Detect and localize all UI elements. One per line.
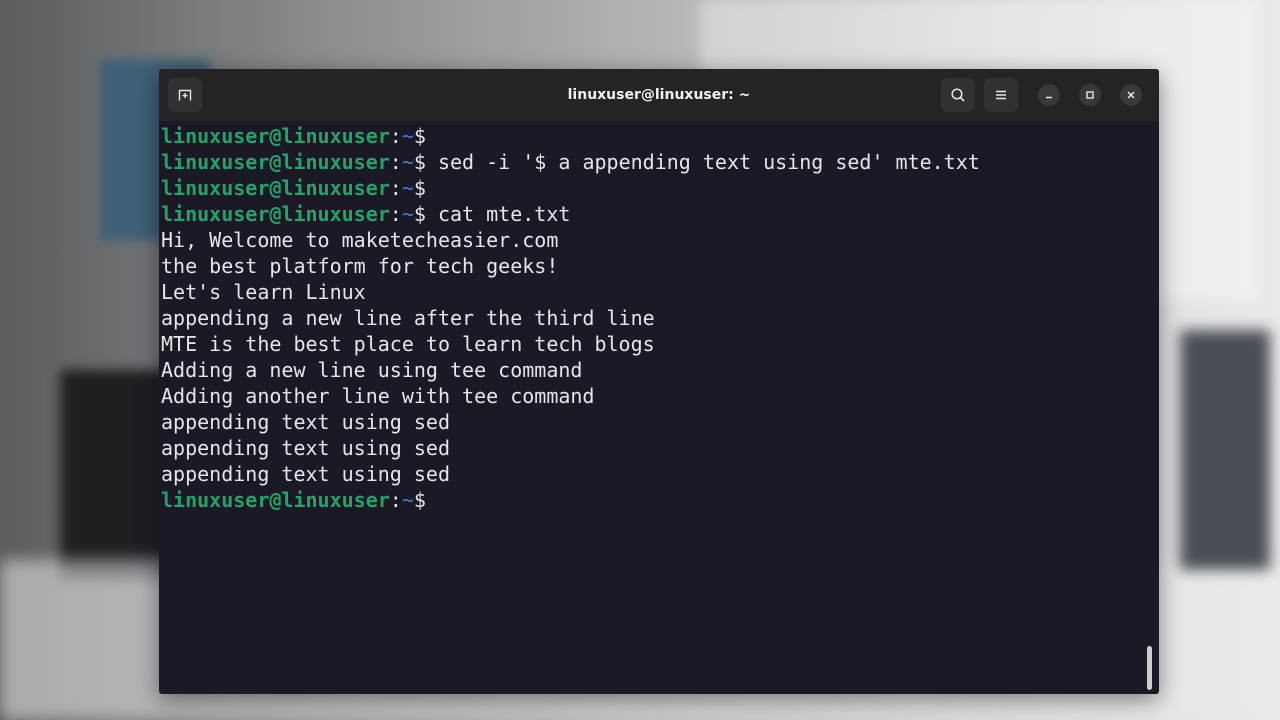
prompt-path: ~ (401, 176, 414, 200)
prompt-user: linuxuser@linuxuser (161, 124, 390, 148)
output-line: the best platform for tech geeks! (161, 254, 559, 278)
maximize-icon (1085, 90, 1095, 100)
prompt-separator: : (389, 150, 402, 174)
close-icon (1126, 90, 1136, 100)
command-text: sed -i '$ a appending text using sed' mt… (425, 150, 980, 174)
output-line: Let's learn Linux (161, 280, 366, 304)
prompt-user: linuxuser@linuxuser (161, 176, 390, 200)
search-icon (950, 87, 966, 103)
output-line: appending text using sed (161, 462, 450, 486)
prompt-user: linuxuser@linuxuser (161, 488, 390, 512)
prompt-sigil: $ (413, 202, 426, 226)
prompt-separator: : (389, 202, 402, 226)
output-line: appending text using sed (161, 436, 450, 460)
output-line: Hi, Welcome to maketecheasier.com (161, 228, 559, 252)
output-line: MTE is the best place to learn tech blog… (161, 332, 655, 356)
minimize-icon (1044, 90, 1054, 100)
search-button[interactable] (941, 78, 975, 112)
prompt-line: linuxuser@linuxuser:~$ (161, 123, 1159, 149)
prompt-line: linuxuser@linuxuser:~$ sed -i '$ a appen… (161, 149, 1159, 175)
title-bar[interactable]: linuxuser@linuxuser: ~ (159, 69, 1159, 121)
maximize-button[interactable] (1079, 84, 1101, 106)
prompt-path: ~ (401, 124, 414, 148)
prompt-path: ~ (401, 488, 414, 512)
prompt-sigil: $ (413, 150, 426, 174)
prompt-sigil: $ (413, 124, 426, 148)
hamburger-menu-icon (994, 88, 1008, 102)
background-chair (1180, 330, 1270, 570)
prompt-user: linuxuser@linuxuser (161, 202, 390, 226)
prompt-user: linuxuser@linuxuser (161, 150, 390, 174)
prompt-path: ~ (401, 202, 414, 226)
prompt-separator: : (389, 124, 402, 148)
new-tab-button[interactable] (168, 78, 202, 112)
prompt-line: linuxuser@linuxuser:~$ cat mte.txt (161, 201, 1159, 227)
menu-button[interactable] (984, 78, 1018, 112)
output-line: appending a new line after the third lin… (161, 306, 655, 330)
output-line: Adding a new line using tee command (161, 358, 583, 382)
new-tab-icon (177, 87, 193, 103)
prompt-sigil: $ (413, 176, 426, 200)
prompt-separator: : (389, 176, 402, 200)
output-line: Adding another line with tee command (161, 384, 595, 408)
terminal-output[interactable]: linuxuser@linuxuser:~$ linuxuser@linuxuse… (161, 121, 1159, 694)
prompt-sigil: $ (413, 488, 426, 512)
terminal-window[interactable]: linuxuser@linuxuser: ~ linuxuser@linuxus… (159, 69, 1159, 694)
prompt-line: linuxuser@linuxuser:~$ (161, 487, 1159, 513)
output-line: appending text using sed (161, 410, 450, 434)
prompt-path: ~ (401, 150, 414, 174)
command-text: cat mte.txt (425, 202, 571, 226)
minimize-button[interactable] (1038, 84, 1060, 106)
prompt-separator: : (389, 488, 402, 512)
prompt-line: linuxuser@linuxuser:~$ (161, 175, 1159, 201)
close-button[interactable] (1120, 84, 1142, 106)
scrollbar[interactable] (1147, 646, 1152, 690)
